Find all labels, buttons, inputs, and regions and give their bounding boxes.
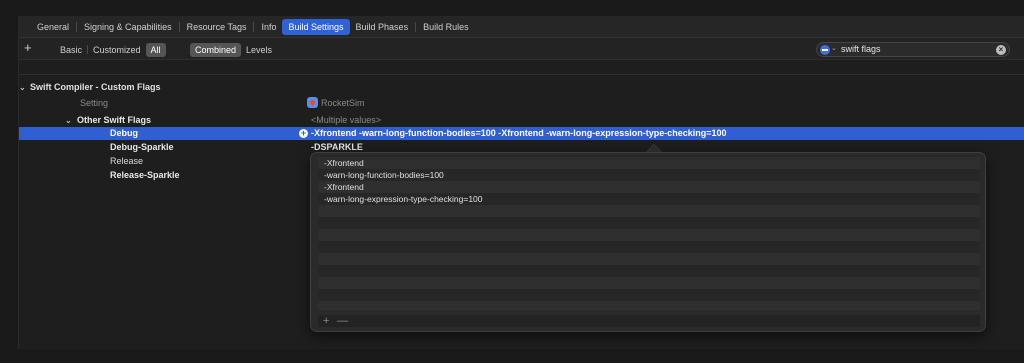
value-editor-popover: -Xfrontend -warn-long-function-bodies=10… xyxy=(310,152,986,332)
list-item xyxy=(318,241,980,253)
list-item[interactable]: -Xfrontend xyxy=(318,181,980,193)
search-field[interactable]: ⌄ swift flags × xyxy=(816,42,1010,57)
section-title: Swift Compiler - Custom Flags xyxy=(30,82,161,92)
config-name: Debug-Sparkle xyxy=(110,142,174,152)
config-name: Debug xyxy=(110,128,138,138)
list-item[interactable]: -warn-long-expression-type-checking=100 xyxy=(318,193,980,205)
tab-divider xyxy=(415,22,417,32)
tab-build-settings[interactable]: Build Settings xyxy=(282,19,350,35)
list-item xyxy=(318,265,980,277)
list-item xyxy=(318,217,980,229)
search-input[interactable]: swift flags xyxy=(841,44,881,54)
table-row[interactable]: Debug + -Xfrontend -warn-long-function-b… xyxy=(19,127,1024,140)
remove-item-button[interactable]: — xyxy=(337,315,348,327)
view-segmented-control: Combined Levels xyxy=(190,42,277,57)
list-item xyxy=(318,229,980,241)
list-item xyxy=(318,253,980,265)
scope-customized-button[interactable]: Customized xyxy=(88,43,146,57)
config-value[interactable]: -Xfrontend -warn-long-function-bodies=10… xyxy=(311,127,727,140)
add-setting-button[interactable]: + xyxy=(24,41,32,55)
tab-resource-tags[interactable]: Resource Tags xyxy=(181,19,253,35)
tab-build-phases[interactable]: Build Phases xyxy=(350,19,415,35)
list-item xyxy=(318,205,980,217)
list-item xyxy=(318,277,980,289)
divider xyxy=(19,74,1024,75)
filter-icon[interactable] xyxy=(820,45,830,55)
tab-signing-capabilities[interactable]: Signing & Capabilities xyxy=(78,19,178,35)
setting-group-row[interactable]: ⌄ Other Swift Flags <Multiple values> xyxy=(19,114,1024,127)
chevron-down-icon[interactable]: ⌄ xyxy=(65,114,77,127)
group-label: Other Swift Flags xyxy=(77,115,152,125)
clear-search-icon[interactable]: × xyxy=(996,45,1006,55)
editor-tab-bar: General Signing & Capabilities Resource … xyxy=(19,16,1024,38)
tab-build-rules[interactable]: Build Rules xyxy=(417,19,475,35)
target-column: RocketSim xyxy=(307,97,365,110)
tab-general[interactable]: General xyxy=(31,19,75,35)
popover-arrow-fill xyxy=(647,145,661,152)
column-header-row: Setting RocketSim xyxy=(19,97,1024,110)
tab-info[interactable]: Info xyxy=(255,19,282,35)
app-icon xyxy=(307,97,318,108)
setting-group-name: ⌄ Other Swift Flags xyxy=(65,114,151,127)
add-value-icon[interactable]: + xyxy=(299,129,308,138)
add-item-button[interactable]: + xyxy=(323,315,329,327)
chevron-down-icon: ⌄ xyxy=(831,45,837,52)
popover-footer: + — xyxy=(318,315,980,327)
config-name: Release-Sparkle xyxy=(110,170,180,180)
tab-divider xyxy=(253,22,255,32)
filter-bar: + Basic Customized All Combined Levels ⌄… xyxy=(19,38,1024,60)
list-item[interactable]: -Xfrontend xyxy=(318,157,980,169)
scope-all-button[interactable]: All xyxy=(145,42,166,57)
setting-column-label: Setting xyxy=(80,98,109,108)
config-name: Release xyxy=(110,156,144,166)
scope-basic-button[interactable]: Basic xyxy=(55,43,87,57)
target-name: RocketSim xyxy=(321,98,365,108)
tab-divider xyxy=(76,22,78,32)
section-header[interactable]: ⌄ Swift Compiler - Custom Flags xyxy=(19,82,161,94)
multiple-values-label: <Multiple values> xyxy=(311,115,382,125)
chevron-down-icon[interactable]: ⌄ xyxy=(19,83,30,92)
view-combined-button[interactable]: Combined xyxy=(190,42,242,57)
view-levels-button[interactable]: Levels xyxy=(241,43,277,57)
tab-divider xyxy=(178,22,180,32)
list-item[interactable]: -warn-long-function-bodies=100 xyxy=(318,169,980,181)
list-item xyxy=(318,301,980,310)
build-settings-window: General Signing & Capabilities Resource … xyxy=(18,16,1024,349)
list-item xyxy=(318,289,980,301)
scope-segmented-control: Basic Customized All xyxy=(55,42,166,57)
value-list: -Xfrontend -warn-long-function-bodies=10… xyxy=(318,157,980,310)
